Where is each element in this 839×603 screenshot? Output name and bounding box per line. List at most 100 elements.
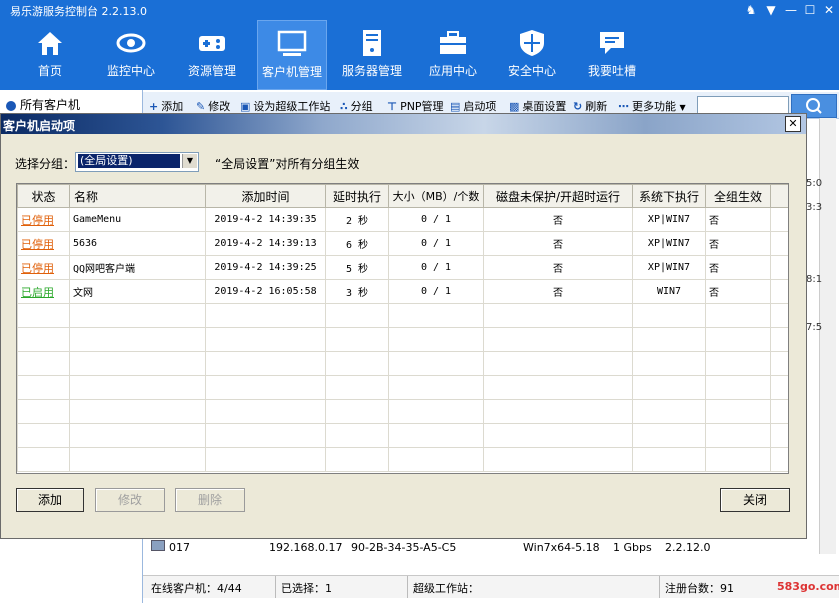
- delete-button[interactable]: 删除: [175, 488, 245, 512]
- plus-icon: +: [149, 100, 159, 113]
- cell-empty: [17, 303, 70, 328]
- maximize-icon[interactable]: ☐: [802, 2, 818, 18]
- toolbox-icon: [440, 31, 466, 54]
- cell-name-text: GameMenu: [73, 214, 122, 225]
- skin-icon[interactable]: ♞: [743, 2, 759, 18]
- table-row[interactable]: 已停用 GameMenu 2019-4-2 14:39:35 2 秒 0 / 1 否 XP|…: [17, 207, 788, 232]
- cell-size-text: 0 / 1: [420, 238, 452, 249]
- col-name[interactable]: 名称: [69, 184, 206, 208]
- pencil-icon: ✎: [196, 100, 206, 113]
- empty-row: [17, 399, 788, 424]
- col-add-time[interactable]: 添加时间: [205, 184, 326, 208]
- cell-empty: [632, 423, 706, 448]
- cell-empty: [388, 447, 484, 472]
- toolbar-group-button[interactable]: ∴ 分组: [340, 98, 373, 114]
- cell-empty: [632, 399, 706, 424]
- startup-items-dialog: 客户机启动项 ✕ 选择分组： (全局设置) ▼ “全局设置”对所有分组生效 状态…: [0, 113, 807, 539]
- cell-disk-text: 否: [553, 216, 563, 227]
- nav-home[interactable]: 首页: [16, 20, 84, 88]
- cell-empty: [770, 351, 788, 376]
- table-row[interactable]: 已启用 文网 2019-4-2 16:05:58 3 秒 0 / 1 否 WIN7 否: [17, 279, 788, 304]
- cell-delay-text: 6 秒: [345, 240, 369, 251]
- toolbar-more-button[interactable]: ⋯ 更多功能 ▼: [618, 98, 686, 114]
- watermark: 583go.com: [777, 580, 839, 593]
- col-all-groups[interactable]: 全组生效: [705, 184, 771, 208]
- cell-empty: [483, 375, 633, 400]
- cell-sys-text: WIN7: [656, 286, 682, 297]
- window-close-icon[interactable]: ✕: [821, 2, 837, 18]
- cell-empty: [69, 303, 206, 328]
- col-disk[interactable]: 磁盘未保护/开超时运行: [483, 184, 633, 208]
- client-name: 017: [169, 541, 190, 554]
- cell-empty: [388, 351, 484, 376]
- cell-delay-text: 2 秒: [345, 216, 369, 227]
- group-select[interactable]: (全局设置) ▼: [75, 152, 199, 172]
- nav-security-center[interactable]: 安全中心: [498, 20, 566, 88]
- col-delay[interactable]: 延时执行: [325, 184, 389, 208]
- close-button[interactable]: 关闭: [720, 488, 790, 512]
- cell-size-text: 0 / 1: [420, 262, 452, 273]
- nav-feedback[interactable]: 我要吐槽: [578, 20, 646, 88]
- toolbar-pnp-button[interactable]: ⊤ PNP管理: [387, 98, 444, 114]
- chevron-down-icon[interactable]: ▼: [182, 154, 197, 168]
- toolbar-set-super-button[interactable]: ▣ 设为超级工作站: [240, 98, 330, 114]
- cell-sys: XP|WIN7: [632, 207, 706, 232]
- shield-icon: [520, 30, 544, 56]
- client-speed: 1 Gbps: [613, 541, 652, 554]
- toolbar-edit-button[interactable]: ✎ 修改: [196, 98, 230, 114]
- toolbar-refresh-button[interactable]: ↻ 刷新: [573, 98, 607, 114]
- nav-resources[interactable]: 资源管理: [178, 20, 246, 88]
- cell-status-text[interactable]: 已停用: [21, 238, 54, 251]
- cell-empty: [770, 207, 788, 232]
- dialog-titlebar[interactable]: 客户机启动项 ✕: [1, 114, 806, 134]
- cell-size-text: 0 / 1: [420, 286, 452, 297]
- cell-status: 已停用: [17, 207, 70, 232]
- nav-monitor[interactable]: 监控中心: [97, 20, 165, 88]
- table-row[interactable]: 017 192.168.0.17 90-2B-34-35-A5-C5 Win7x…: [143, 536, 819, 558]
- nav-client-management[interactable]: 客户机管理: [257, 20, 327, 90]
- empty-row: [17, 303, 788, 328]
- cell-empty: [325, 423, 389, 448]
- toolbar-refresh-label: 刷新: [585, 100, 608, 113]
- empty-row: [17, 447, 788, 472]
- dialog-title: 客户机启动项: [3, 119, 76, 133]
- app-title: 易乐游服务控制台 2.2.13.0: [10, 5, 147, 18]
- cell-all: 否: [705, 255, 771, 280]
- table-row[interactable]: 已停用 5636 2019-4-2 14:39:13 6 秒 0 / 1 否 XP|WIN7…: [17, 231, 788, 256]
- cell-status-text[interactable]: 已启用: [21, 286, 54, 299]
- col-size[interactable]: 大小（MB）/个数: [388, 184, 484, 208]
- search-input[interactable]: [697, 96, 789, 114]
- nav-app-center[interactable]: 应用中心: [419, 20, 487, 88]
- toolbar-group-label: 分组: [350, 100, 373, 113]
- tree-node-icon: [6, 100, 16, 111]
- col-system[interactable]: 系统下执行: [632, 184, 706, 208]
- toolbar-edit-label: 修改: [208, 100, 231, 113]
- dialog-close-icon[interactable]: ✕: [785, 116, 801, 132]
- cell-disk-text: 否: [553, 288, 563, 299]
- edit-button[interactable]: 修改: [95, 488, 165, 512]
- cell-empty: [17, 447, 70, 472]
- minimize-icon[interactable]: —: [783, 2, 799, 18]
- cell-name-text: 5636: [73, 238, 98, 249]
- client-ip: 192.168.0.17: [269, 541, 343, 554]
- cell-empty: [17, 399, 70, 424]
- toolbar-desktop-button[interactable]: ▩ 桌面设置: [509, 98, 566, 114]
- gamepad-icon: [199, 36, 225, 51]
- cell-status-text[interactable]: 已停用: [21, 262, 54, 275]
- toolbar-startup-button[interactable]: ▤ 启动项: [450, 98, 496, 114]
- more-icon: ⋯: [618, 100, 629, 113]
- cell-empty: [388, 327, 484, 352]
- main-nav: 首页 监控中心 资源管理 客户机管理 服务器管理 应用中心 安全中心 我要吐槽: [0, 20, 839, 90]
- table-row[interactable]: 已停用 QQ网吧客户端 2019-4-2 14:39:25 5 秒 0 / 1 否 XP|W…: [17, 255, 788, 280]
- add-button[interactable]: 添加: [16, 488, 84, 512]
- menu-dropdown-icon[interactable]: ▼: [763, 2, 779, 18]
- nav-server-management[interactable]: 服务器管理: [338, 20, 406, 88]
- toolbar-add-button[interactable]: + 添加: [149, 98, 183, 114]
- cell-status-text[interactable]: 已停用: [21, 214, 54, 227]
- selected-count: 已选择：1: [281, 582, 332, 595]
- tree-root-all-clients[interactable]: 所有客户机: [6, 96, 80, 113]
- cell-empty: [325, 303, 389, 328]
- col-status[interactable]: 状态: [17, 184, 70, 208]
- cell-delay: 3 秒: [325, 279, 389, 304]
- cell-empty: [325, 399, 389, 424]
